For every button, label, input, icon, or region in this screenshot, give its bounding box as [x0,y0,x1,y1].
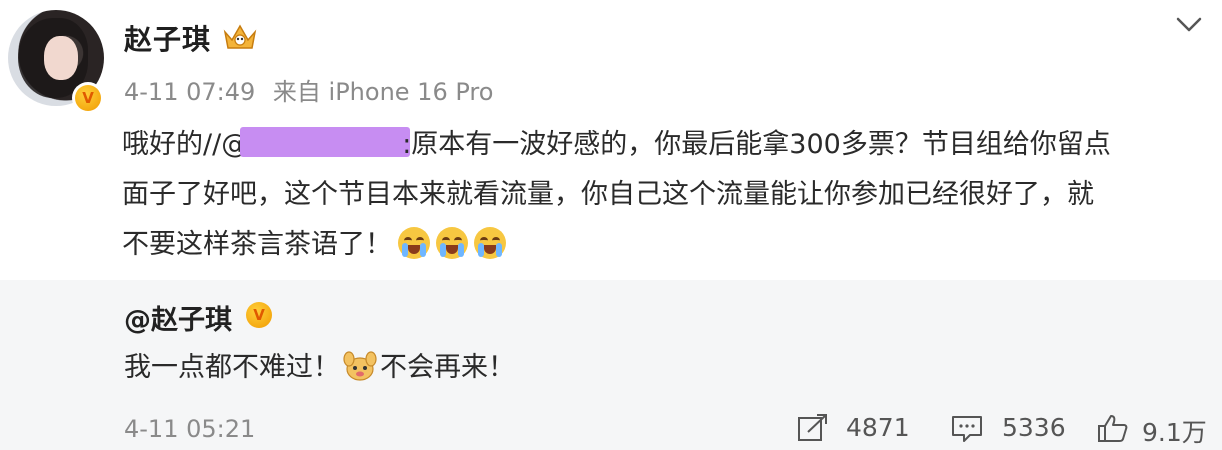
post-line-1-prefix: 哦好的//@ [122,129,249,160]
quoted-username[interactable]: @赵子琪 [124,298,232,337]
dog-emoji-icon [343,351,377,381]
post-username[interactable]: 赵子琪 [124,18,211,58]
comment-icon[interactable] [950,413,984,443]
crying-laugh-emoji-icon [398,227,430,259]
crying-laugh-emoji-icon [474,227,506,259]
crying-laugh-emoji-icon [436,227,468,259]
like-icon[interactable] [1096,413,1130,443]
verified-badge-icon: V [72,82,104,114]
redacted-username [240,127,411,157]
post-source: 来自 iPhone 16 Pro [272,78,494,106]
repost-count[interactable]: 4871 [846,413,910,442]
quoted-timestamp: 4-11 05:21 [124,415,256,443]
like-count[interactable]: 9.1万 [1142,413,1207,449]
comment-count[interactable]: 5336 [1002,413,1066,442]
repost-icon[interactable] [796,413,830,443]
post-line-3: 不要这样茶言茶语了！ [122,220,1202,270]
quoted-text: 我一点都不难过！ 不会再来！ [124,345,515,384]
verified-badge-icon: V [244,300,274,330]
post-line-2: 面子了好吧，这个节目本来就看流量，你自己这个流量能让你参加已经很好了，就 [122,179,1094,210]
post-line-1: 哦好的//@ :原本有一波好感的，你最后能拿300多票？节目组给你留点 [122,120,1202,170]
quoted-text-before: 我一点都不难过！ [124,352,340,383]
crown-badge-icon [223,24,257,49]
post-line-1-rest: :原本有一波好感的，你最后能拿300多票？节目组给你留点 [402,129,1111,160]
quoted-text-after: 不会再来！ [380,352,515,383]
chevron-down-icon[interactable] [1174,14,1204,34]
post-line-3-text: 不要这样茶言茶语了！ [122,229,392,260]
post-meta: 4-11 07:49 来自 iPhone 16 Pro [124,72,493,107]
avatar-face [44,36,78,80]
post-timestamp: 4-11 07:49 [124,78,256,106]
post-text: 哦好的//@ :原本有一波好感的，你最后能拿300多票？节目组给你留点 面子了好吧… [122,120,1202,270]
